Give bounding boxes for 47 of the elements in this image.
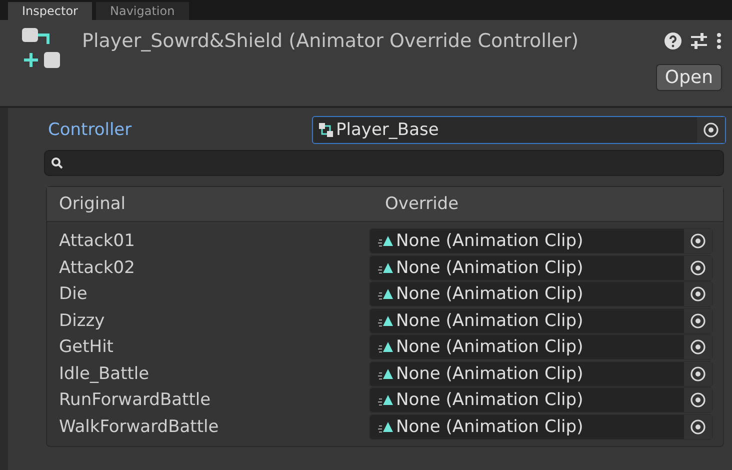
animation-clip-icon xyxy=(378,393,394,408)
controller-label: Controller xyxy=(47,120,133,140)
object-picker-icon xyxy=(690,286,706,302)
object-picker-icon xyxy=(703,122,719,138)
original-clip-name: Attack02 xyxy=(58,258,136,278)
override-clip-field[interactable]: None (Animation Clip) xyxy=(369,228,713,254)
object-picker-icon xyxy=(690,312,706,329)
object-picker-icon xyxy=(690,260,706,276)
object-picker-icon xyxy=(690,366,706,382)
original-clip-name: GetHit xyxy=(58,337,114,358)
object-picker-icon xyxy=(690,339,706,356)
object-picker-icon xyxy=(690,392,706,408)
animation-clip-icon xyxy=(378,340,394,354)
help-icon[interactable] xyxy=(664,32,682,50)
panel-tab[interactable]: Navigation xyxy=(96,2,189,20)
original-clip-name: RunForwardBattle xyxy=(58,390,212,410)
object-picker-icon xyxy=(690,233,706,250)
original-clip-name: Attack01 xyxy=(58,231,136,252)
override-clip-field[interactable]: None (Animation Clip) xyxy=(369,308,713,334)
controller-icon xyxy=(319,123,333,137)
asset-title: Player_Sowrd&Shield (Animator Override Controller) xyxy=(82,30,580,52)
column-header: Override xyxy=(384,194,460,214)
more-menu-icon[interactable] xyxy=(716,32,722,50)
search-icon xyxy=(51,157,63,169)
override-clip-field[interactable]: None (Animation Clip) xyxy=(369,360,713,387)
panel-tab[interactable]: Inspector xyxy=(8,2,92,20)
animation-clip-icon xyxy=(378,260,394,275)
controller-field[interactable]: Player_Base xyxy=(312,116,726,144)
original-clip-name: Idle_Battle xyxy=(58,364,150,384)
settings-sliders-icon[interactable] xyxy=(690,32,708,50)
animation-clip-icon xyxy=(378,234,394,248)
original-clip-name: Dizzy xyxy=(58,310,106,331)
column-header: Original xyxy=(58,194,127,214)
original-clip-name: Die xyxy=(58,284,88,304)
override-clip-field[interactable]: None (Animation Clip) xyxy=(369,387,713,414)
override-clip-field[interactable]: None (Animation Clip) xyxy=(369,281,713,308)
object-picker-icon xyxy=(690,418,706,435)
original-clip-name: WalkForwardBattle xyxy=(58,416,220,437)
animation-clip-icon xyxy=(378,366,394,381)
search-field[interactable] xyxy=(44,150,724,176)
open-button[interactable]: Open xyxy=(656,64,722,91)
animation-clip-icon xyxy=(378,287,394,302)
animation-clip-icon xyxy=(378,314,394,328)
override-clip-field[interactable]: None (Animation Clip) xyxy=(369,254,713,281)
override-clip-field[interactable]: None (Animation Clip) xyxy=(369,334,713,360)
animation-clip-icon xyxy=(378,420,394,434)
override-clip-field[interactable]: None (Animation Clip) xyxy=(369,414,713,440)
